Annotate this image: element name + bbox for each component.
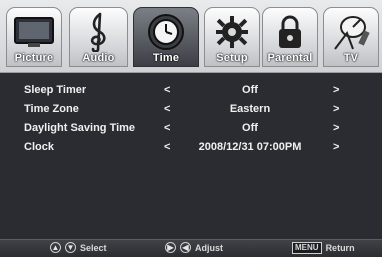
menu-item-value: Eastern — [229, 103, 271, 115]
clock-icon — [134, 12, 198, 52]
hint-adjust: ▶ ◀ Adjust — [165, 242, 223, 253]
tab-label-tv: TV — [343, 52, 359, 64]
menu-item-value: Off — [242, 122, 258, 134]
treble-clef-icon — [70, 12, 127, 52]
menu-item-value: Off — [242, 84, 258, 96]
left-arrow-icon[interactable]: < — [164, 141, 170, 153]
down-arrow-icon: ▼ — [65, 242, 76, 253]
left-arrow-icon[interactable]: < — [164, 122, 170, 134]
menu-row-sleep-timer[interactable]: Sleep Timer < Off > — [0, 81, 382, 99]
left-arrow-icon[interactable]: < — [164, 84, 170, 96]
up-arrow-icon: ▲ — [50, 242, 61, 253]
hint-return: MENU Return — [292, 242, 355, 254]
tab-label-setup: Setup — [216, 52, 248, 64]
right-arrow-icon[interactable]: > — [333, 103, 339, 115]
tab-bar: Picture Audio Time Setup Parental TV — [0, 0, 382, 73]
hint-select: ▲ ▼ Select — [50, 242, 107, 253]
tab-label-parental: Parental — [267, 52, 313, 64]
tab-setup[interactable]: Setup — [204, 7, 260, 67]
padlock-icon — [263, 12, 317, 52]
satellite-dish-icon — [324, 12, 378, 52]
tv-icon — [7, 12, 61, 52]
gear-icon — [205, 12, 259, 52]
tab-label-audio: Audio — [82, 52, 115, 64]
tab-parental[interactable]: Parental — [262, 7, 318, 67]
menu-item-value: 2008/12/31 07:00PM — [198, 141, 302, 153]
menu-row-clock[interactable]: Clock < 2008/12/31 07:00PM > — [0, 138, 382, 156]
tab-picture[interactable]: Picture — [6, 7, 62, 67]
right-arrow-icon[interactable]: > — [333, 84, 339, 96]
tab-time[interactable]: Time — [133, 7, 199, 67]
right-arrow-icon[interactable]: > — [333, 141, 339, 153]
menu-row-daylight-saving-time[interactable]: Daylight Saving Time < Off > — [0, 119, 382, 137]
right-arrow-icon[interactable]: > — [333, 122, 339, 134]
tab-label-time: Time — [152, 52, 180, 64]
menu-item-label: Clock — [24, 141, 54, 153]
hint-adjust-label: Adjust — [195, 242, 223, 253]
menu-key-icon: MENU — [292, 242, 322, 254]
menu-row-time-zone[interactable]: Time Zone < Eastern > — [0, 100, 382, 118]
tab-tv[interactable]: TV — [323, 7, 379, 67]
left-arrow-icon: ◀ — [180, 242, 191, 253]
tab-label-picture: Picture — [14, 52, 54, 64]
time-settings-panel: Sleep Timer < Off > Time Zone < Eastern … — [0, 73, 382, 239]
menu-item-label: Time Zone — [24, 103, 79, 115]
right-arrow-icon: ▶ — [165, 242, 176, 253]
osd-menu-screen: Picture Audio Time Setup Parental TV Sle… — [0, 0, 382, 257]
button-hint-bar: ▲ ▼ Select ▶ ◀ Adjust MENU Return — [0, 239, 382, 257]
hint-select-label: Select — [80, 242, 107, 253]
menu-item-label: Daylight Saving Time — [24, 122, 136, 134]
menu-item-label: Sleep Timer — [24, 84, 87, 96]
hint-return-label: Return — [325, 243, 355, 253]
left-arrow-icon[interactable]: < — [164, 103, 170, 115]
tab-audio[interactable]: Audio — [69, 7, 128, 67]
